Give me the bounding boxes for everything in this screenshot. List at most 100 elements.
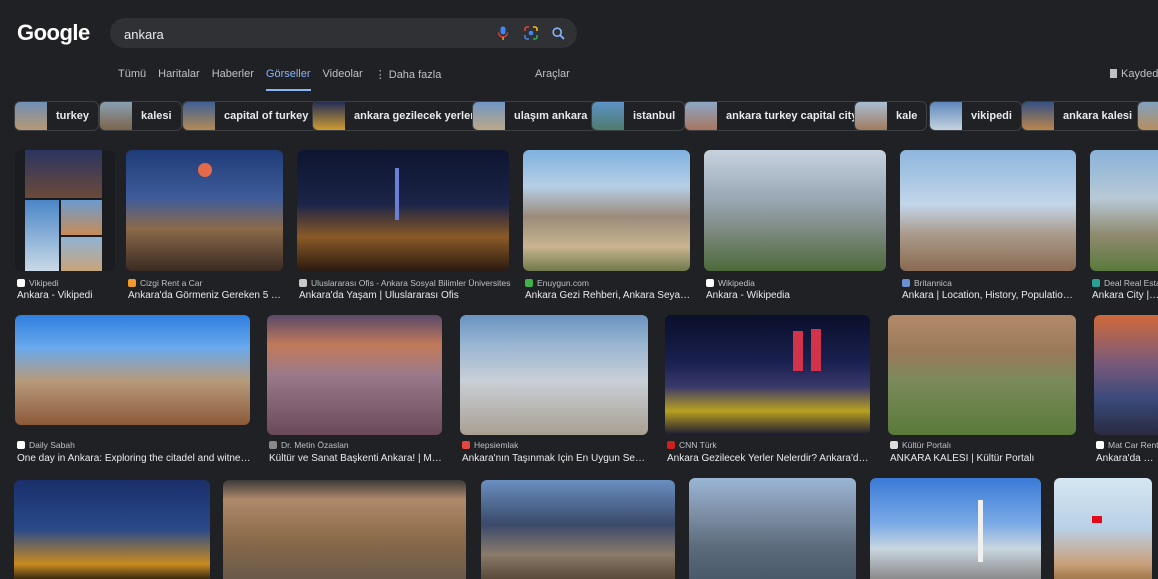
tab-videos[interactable]: Videolar: [323, 68, 363, 91]
favicon-icon: [299, 279, 307, 287]
result-source: Enuygun.com: [525, 278, 692, 288]
saved-button[interactable]: Kaydedilenler: [1110, 68, 1158, 80]
chip-label: ankara kalesi: [1063, 110, 1133, 122]
saved-label: Kaydedilenler: [1121, 68, 1158, 80]
chip-thumbnail: [592, 102, 624, 130]
favicon-icon: [525, 279, 533, 287]
favicon-icon: [1092, 279, 1100, 287]
search-input[interactable]: [122, 24, 486, 44]
result-source: Hepsiemlak: [462, 440, 650, 450]
result-title[interactable]: Ankara City | About: [1092, 290, 1158, 301]
result-source: Cizgi Rent a Car: [128, 278, 285, 288]
result-title[interactable]: Ankara - Vikipedi: [17, 290, 117, 301]
result-image[interactable]: [267, 315, 442, 435]
result-image[interactable]: [15, 315, 250, 425]
favicon-icon: [1096, 441, 1104, 449]
result-image[interactable]: [704, 150, 886, 271]
result-image[interactable]: [126, 150, 283, 271]
favicon-icon: [17, 279, 25, 287]
chip-thumbnail: [100, 102, 132, 130]
moon-shape: [198, 163, 212, 177]
favicon-icon: [17, 441, 25, 449]
chip-thumbnail: [313, 102, 345, 130]
result-image[interactable]: [523, 150, 690, 271]
tab-more[interactable]: ⋮ Daha fazla: [375, 68, 442, 91]
result-image[interactable]: [223, 480, 466, 579]
chip-thumbnail: [15, 102, 47, 130]
search-box[interactable]: [110, 18, 577, 48]
tools-button[interactable]: Araçlar: [535, 68, 570, 80]
chip-ankara-kalesi[interactable]: ankara kalesi: [1021, 101, 1143, 131]
tab-images[interactable]: Görseller: [265, 68, 311, 91]
tower-shape: [793, 331, 803, 371]
chip-label: ulaşım ankara: [514, 110, 588, 122]
result-image[interactable]: [870, 478, 1041, 579]
chip-thumbnail: [930, 102, 962, 130]
chip-ankara-turkey-capital-city[interactable]: ankara turkey capital city: [684, 101, 868, 131]
tab-all[interactable]: Tümü: [118, 68, 146, 91]
flag-shape: [1092, 516, 1102, 523]
result-image[interactable]: [1094, 315, 1158, 435]
search-icon[interactable]: [550, 25, 566, 41]
result-source: Dr. Metin Özaslan: [269, 440, 444, 450]
result-image[interactable]: [460, 315, 648, 435]
chip-thumbnail: [685, 102, 717, 130]
favicon-icon: [269, 441, 277, 449]
chip-thumbnail: [1138, 102, 1158, 130]
result-source: Uluslararası Ofis - Ankara Sosyal Biliml…: [299, 278, 511, 288]
collage-tile: [25, 200, 59, 271]
result-source: Kültür Portalı: [890, 440, 1078, 450]
collage-tile: [61, 200, 102, 235]
result-image[interactable]: [665, 315, 870, 435]
result-source: Vikipedi: [17, 278, 117, 288]
result-title[interactable]: ANKARA KALESİ | Kültür Portalı: [890, 453, 1078, 464]
chip-label: capital of turkey: [224, 110, 309, 122]
result-source: CNN Türk: [667, 440, 872, 450]
result-title[interactable]: Ankara'da Yaşam | Uluslararası Ofis: [299, 290, 511, 301]
mic-icon[interactable]: [495, 25, 511, 41]
collage-tile: [61, 237, 102, 271]
chip-istanbul[interactable]: istanbul: [591, 101, 686, 131]
result-source: Wikipedia: [706, 278, 888, 288]
chip-thumbnail: [473, 102, 505, 130]
result-image[interactable]: [297, 150, 509, 271]
chip-more[interactable]: [1137, 101, 1158, 131]
chip-turkey[interactable]: turkey: [14, 101, 100, 131]
chip-kalesi[interactable]: kalesi: [99, 101, 182, 131]
result-title[interactable]: One day in Ankara: Exploring the citadel…: [17, 453, 252, 464]
result-title[interactable]: Ankara | Location, History, Population, …: [902, 290, 1078, 301]
chip-thumbnail: [183, 102, 215, 130]
chip-capital-of-turkey[interactable]: capital of turkey: [182, 101, 319, 131]
result-image[interactable]: [1090, 150, 1158, 271]
result-title[interactable]: Ankara - Wikipedia: [706, 290, 888, 301]
chip-kale[interactable]: kale: [854, 101, 928, 131]
favicon-icon: [128, 279, 136, 287]
result-image[interactable]: [1054, 478, 1152, 579]
result-title[interactable]: Ankara'nın Taşınmak İçin En Uygun Semtle…: [462, 453, 650, 464]
chip-vikipedi[interactable]: vikipedi: [929, 101, 1022, 131]
favicon-icon: [667, 441, 675, 449]
chip-label: turkey: [56, 110, 90, 122]
result-image[interactable]: [689, 478, 856, 579]
result-image[interactable]: [14, 480, 210, 579]
google-logo[interactable]: Google: [17, 20, 90, 46]
result-image[interactable]: [888, 315, 1076, 435]
tab-maps[interactable]: Haritalar: [158, 68, 200, 91]
result-title[interactable]: Kültür ve Sanat Başkenti Ankara! | Metin…: [269, 453, 444, 464]
result-title[interactable]: Ankara Gezilecek Yerler Nelerdir? Ankara…: [667, 453, 872, 464]
result-image[interactable]: [15, 150, 115, 271]
result-title[interactable]: Ankara'da Gez...: [1096, 453, 1158, 464]
related-chips: turkey kalesi capital of turkey ankara g…: [14, 101, 1158, 133]
chip-label: ankara turkey capital city: [726, 110, 858, 122]
result-image[interactable]: [481, 480, 675, 579]
result-title[interactable]: Ankara Gezi Rehberi, Ankara Seyahat...: [525, 290, 692, 301]
chip-ulasim-ankara[interactable]: ulaşım ankara: [472, 101, 598, 131]
tab-news[interactable]: Haberler: [212, 68, 254, 91]
lens-icon[interactable]: [523, 25, 539, 41]
chip-ankara-gezilecek-yerler[interactable]: ankara gezilecek yerler: [312, 101, 485, 131]
bookmark-icon: [1110, 69, 1117, 78]
tower-shape: [395, 168, 399, 220]
result-image[interactable]: [900, 150, 1076, 271]
chip-thumbnail: [1022, 102, 1054, 130]
result-title[interactable]: Ankara'da Görmeniz Gereken 5 Yer...: [128, 290, 285, 301]
